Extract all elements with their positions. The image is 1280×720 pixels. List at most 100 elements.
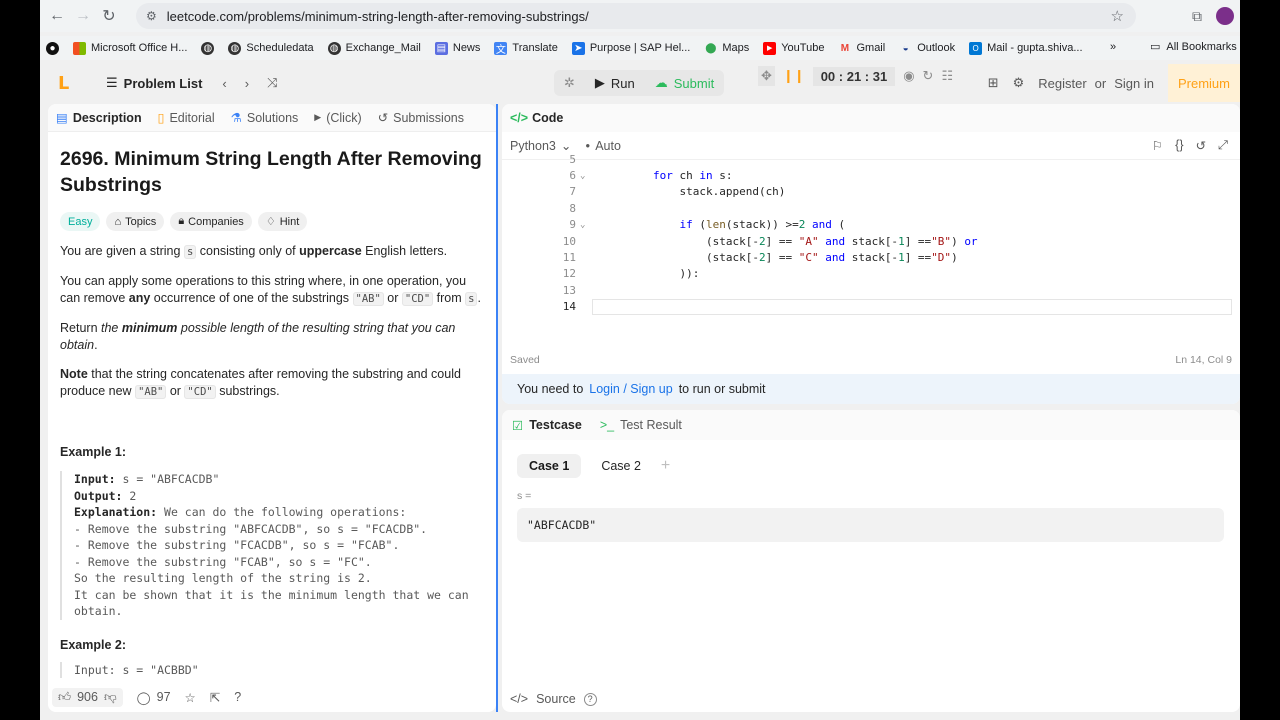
site-info-icon[interactable]: ⚙ — [146, 9, 157, 23]
run-button[interactable]: ▶ Run — [585, 70, 645, 96]
run-submit-group: ✲ ▶ Run ☁ Submit — [554, 70, 725, 96]
leetcode-logo-icon[interactable]: ᒪ — [58, 74, 76, 92]
comments-button[interactable]: ◯ 97 — [137, 690, 171, 705]
language-select[interactable]: Python3 ⌄ — [510, 138, 571, 154]
bookmark-8[interactable]: M Gmail — [838, 42, 885, 55]
bookmark-5[interactable]: ➤ Purpose | SAP Hel... — [571, 41, 690, 55]
pause-icon[interactable]: ❙❙ — [783, 68, 805, 84]
debug-button[interactable]: ✲ — [554, 70, 585, 96]
problem-title[interactable]: 2696. Minimum String Length After Removi… — [60, 146, 484, 198]
bookmark-4[interactable]: 文 Translate — [494, 41, 558, 56]
submit-button[interactable]: ☁ Submit — [645, 70, 724, 96]
code-line: 8 — [502, 201, 1240, 217]
tab-testcase[interactable]: ☑ Testcase — [512, 418, 582, 433]
problem-list-label: Problem List — [123, 75, 203, 91]
register-link[interactable]: Register — [1038, 76, 1086, 91]
tab-solutions[interactable]: ⚗ Solutions — [231, 110, 299, 126]
code-line: 5 — [502, 152, 1240, 168]
address-bar[interactable]: ⚙ leetcode.com/problems/minimum-string-l… — [136, 3, 1136, 29]
layout-icon[interactable]: ⊞ — [988, 75, 999, 91]
random-problem-button[interactable]: ⤨ — [267, 75, 277, 91]
topics-tag[interactable]: ⌂ Topics — [106, 212, 165, 231]
login-signup-link[interactable]: Login / Sign up — [589, 382, 672, 396]
bookmark-6[interactable]: ⬤ Maps — [704, 42, 749, 55]
braces-icon[interactable]: {} — [1175, 138, 1183, 153]
help-icon[interactable]: ? — [234, 690, 241, 704]
next-problem-button[interactable]: › — [245, 76, 249, 91]
forward-icon[interactable]: → — [70, 3, 96, 29]
signin-link[interactable]: Sign in — [1114, 76, 1154, 91]
tab-description[interactable]: ▤ Description — [56, 110, 142, 126]
bookmark-0[interactable]: Microsoft Office H... — [73, 41, 188, 55]
tab-test-result[interactable]: >_ Test Result — [600, 418, 682, 432]
line-number: 6 — [569, 169, 576, 182]
bookmark-7[interactable]: ▶ YouTube — [763, 41, 825, 55]
tag-row: Easy ⌂ Topics 🔒︎ Companies ♢ Hint — [60, 212, 484, 231]
reload-icon[interactable]: ↻ — [96, 3, 122, 29]
gear-icon[interactable]: ⚙ — [1013, 75, 1025, 91]
bookmark-label: YouTube — [781, 42, 825, 54]
github-bookmark[interactable]: ● — [46, 41, 59, 55]
undo-icon[interactable]: ↺ — [1196, 138, 1206, 153]
bookmark-label: Microsoft Office H... — [91, 42, 188, 54]
star-icon[interactable]: ☆ — [1111, 7, 1124, 25]
tab-editorial[interactable]: ▯ Editorial — [158, 110, 215, 126]
variable-input[interactable]: "ABFCACDB" — [517, 508, 1224, 542]
back-icon[interactable]: ← — [44, 3, 70, 29]
hint-tag[interactable]: ♢ Hint — [257, 212, 308, 231]
bookmark-2[interactable]: ◍ Exchange_Mail — [327, 41, 421, 55]
share-icon[interactable]: ⇱ — [210, 690, 220, 705]
expand-icon[interactable]: ⤢ — [1218, 138, 1228, 153]
premium-button[interactable]: Premium — [1167, 64, 1240, 102]
star-favorite-icon[interactable]: ☆ — [185, 690, 196, 705]
companies-tag[interactable]: 🔒︎ Companies — [170, 212, 252, 231]
problem-list-button[interactable]: ☰ Problem List — [106, 75, 202, 91]
help-icon[interactable]: ? — [583, 692, 597, 706]
profile-avatar[interactable] — [1216, 7, 1234, 25]
thumbs-up-icon[interactable]: 👍︎ — [58, 690, 71, 705]
bookmark-1[interactable]: ◍ Scheduledata — [228, 41, 314, 55]
reset-icon[interactable]: ↻ — [923, 68, 934, 84]
bookmark-label: Gmail — [856, 42, 886, 54]
code-text: )): — [600, 267, 700, 281]
translate-icon: 文 — [494, 41, 508, 56]
drag-handle-icon[interactable]: ✥ — [758, 66, 775, 86]
line-number: 5 — [569, 153, 576, 166]
tab-submissions[interactable]: ↺ Submissions — [378, 110, 464, 126]
all-bookmarks-button[interactable]: ▭ All Bookmarks — [1150, 40, 1237, 54]
code-tab-label[interactable]: Code — [532, 111, 563, 125]
panel-splitter[interactable] — [496, 104, 498, 712]
add-case-button[interactable]: + — [661, 457, 670, 475]
bookmarks-more-button[interactable]: » — [1110, 41, 1116, 53]
globe-icon: ◍ — [201, 41, 215, 55]
case-1-tab[interactable]: Case 1 — [517, 454, 582, 478]
bookmark-10[interactable]: O Mail - gupta.shiva... — [969, 41, 1083, 55]
inline-code: "CD" — [184, 385, 216, 399]
tab-click[interactable]: ▶ (Click) — [314, 111, 361, 125]
description-paragraph-2: You can apply some operations to this st… — [60, 273, 484, 308]
auto-toggle[interactable]: ● Auto — [585, 139, 621, 153]
case-2-tab[interactable]: Case 2 — [589, 454, 653, 478]
source-bar: </> Source ? — [510, 692, 597, 706]
thumbs-down-icon[interactable]: 👎︎ — [104, 690, 117, 705]
example-2-title: Example 2: — [60, 637, 127, 652]
bookmark-3[interactable]: ▤ News — [434, 41, 480, 55]
news-icon: ▤ — [434, 41, 448, 55]
bookmark-globe[interactable]: ◍ — [201, 41, 215, 55]
bookmark-label: Maps — [722, 42, 750, 54]
settings-sliders-icon[interactable]: ☷ — [941, 68, 953, 84]
extensions-icon[interactable]: ⧉ — [1192, 8, 1202, 25]
source-button[interactable]: Source — [536, 692, 576, 706]
fold-icon[interactable]: ⌄ — [580, 168, 585, 184]
cursor-position: Ln 14, Col 9 — [1175, 354, 1232, 366]
fold-icon[interactable]: ⌄ — [580, 217, 585, 233]
eye-icon[interactable]: ◉ — [903, 68, 914, 84]
prev-problem-button[interactable]: ‹ — [222, 76, 226, 91]
bookmark-icon[interactable]: ⚐ — [1152, 138, 1163, 153]
input-value: s = "ABFCACDB" — [115, 472, 220, 486]
code-editor[interactable]: 5 6 ⌄ for ch in s: 7 stack.append(ch) 8 9… — [502, 153, 1240, 320]
bookmark-9[interactable]: ◒ Outlook — [899, 42, 955, 55]
or-text: or — [1094, 75, 1107, 91]
auto-label: Auto — [595, 138, 621, 153]
comment-icon: ◯ — [136, 690, 151, 705]
